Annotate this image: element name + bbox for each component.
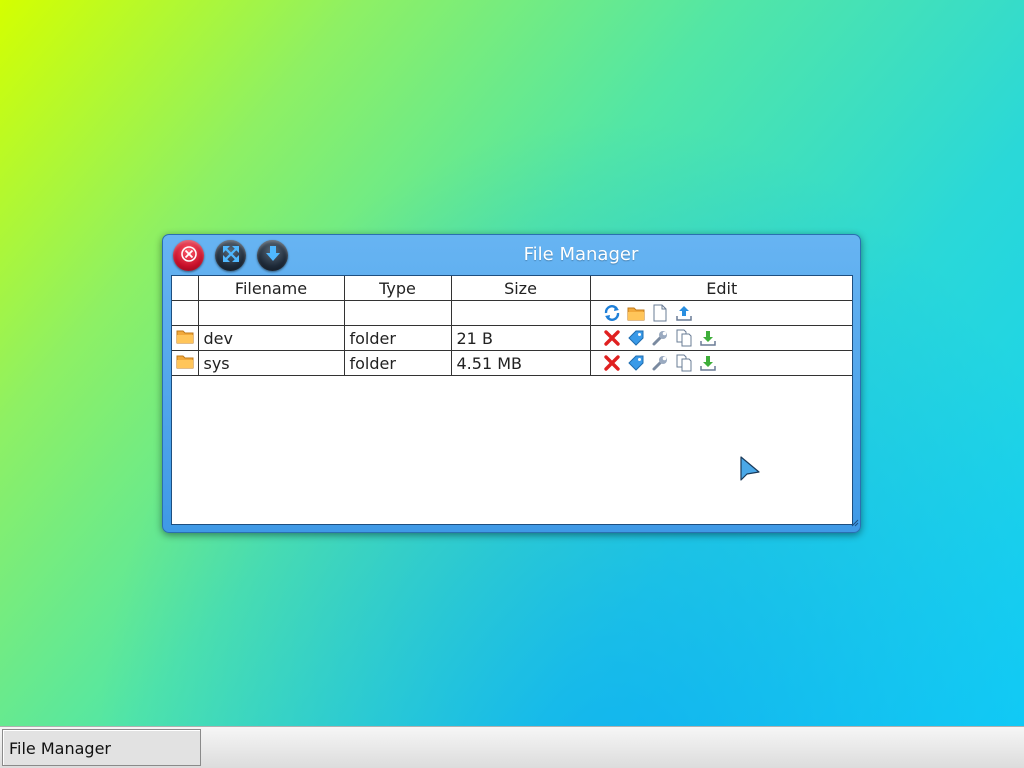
row-actions xyxy=(591,354,853,372)
column-header-edit: Edit xyxy=(589,276,852,301)
column-header-icon xyxy=(172,276,199,301)
refresh-icon[interactable] xyxy=(603,304,621,322)
file-manager-window: File Manager Filename Type Size Edit dev… xyxy=(162,234,861,533)
close-window-button[interactable] xyxy=(173,240,204,271)
download-icon[interactable] xyxy=(699,329,717,347)
file-size: 4.51 MB xyxy=(450,350,591,376)
arrow-down-icon xyxy=(264,245,282,267)
file-size: 21 B xyxy=(450,325,591,351)
download-icon[interactable] xyxy=(699,354,717,372)
file-type: folder xyxy=(343,350,452,376)
expand-arrows-icon xyxy=(221,244,241,268)
file-table: Filename Type Size Edit dev folder 21 B … xyxy=(172,276,853,376)
table-row[interactable]: sys folder 4.51 MB xyxy=(172,350,853,376)
mouse-pointer-icon xyxy=(740,456,762,488)
table-header-row: Filename Type Size Edit xyxy=(172,276,852,301)
folder-icon xyxy=(176,353,194,371)
row-actions xyxy=(591,329,853,347)
upload-icon[interactable] xyxy=(675,304,693,322)
maximize-window-button[interactable] xyxy=(215,240,246,271)
file-name[interactable]: dev xyxy=(197,325,345,351)
column-header-filename[interactable]: Filename xyxy=(197,276,345,301)
copy-icon[interactable] xyxy=(675,329,693,347)
minimize-window-button[interactable] xyxy=(257,240,288,271)
table-row[interactable]: dev folder 21 B xyxy=(172,325,853,351)
toolbar-row xyxy=(172,300,853,326)
new-folder-icon[interactable] xyxy=(627,304,645,322)
toolbar-actions xyxy=(591,304,853,322)
file-type: folder xyxy=(343,325,452,351)
rename-tag-icon[interactable] xyxy=(627,329,645,347)
delete-icon[interactable] xyxy=(603,354,621,372)
column-header-type[interactable]: Type xyxy=(343,276,452,301)
wrench-icon[interactable] xyxy=(651,354,669,372)
window-title: File Manager xyxy=(523,244,639,265)
taskbar-item-file-manager[interactable]: File Manager xyxy=(2,729,201,766)
rename-tag-icon[interactable] xyxy=(627,354,645,372)
resize-grip-icon[interactable] xyxy=(851,512,859,531)
folder-icon xyxy=(176,328,194,346)
column-header-size[interactable]: Size xyxy=(450,276,591,301)
taskbar: File Manager xyxy=(0,726,1024,768)
delete-icon[interactable] xyxy=(603,329,621,347)
file-name[interactable]: sys xyxy=(197,350,345,376)
copy-icon[interactable] xyxy=(675,354,693,372)
close-icon xyxy=(180,245,198,267)
new-file-icon[interactable] xyxy=(651,304,669,322)
wrench-icon[interactable] xyxy=(651,329,669,347)
